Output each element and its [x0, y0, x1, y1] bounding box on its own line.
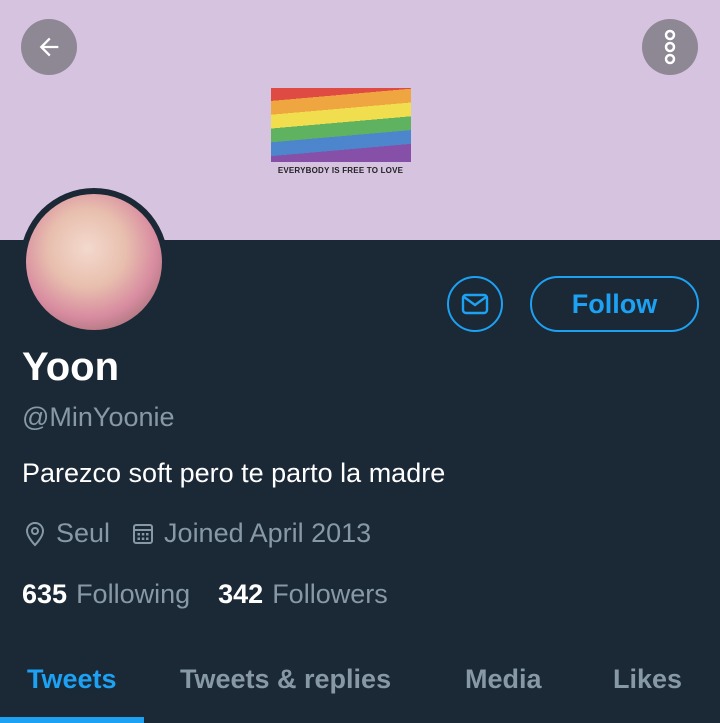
active-tab-indicator — [0, 717, 144, 723]
followers-label: Followers — [272, 579, 388, 609]
join-date: Joined April 2013 — [130, 518, 371, 549]
location-pin-icon — [22, 519, 48, 549]
following-count: 635 — [22, 579, 68, 609]
message-button[interactable] — [447, 276, 503, 332]
followers-link[interactable]: 342 Followers — [218, 579, 388, 610]
following-label: Following — [76, 579, 191, 609]
arrow-left-icon — [39, 37, 59, 57]
follow-counts: 635 Following 342 Followers — [22, 579, 416, 610]
followers-count: 342 — [218, 579, 264, 609]
profile-tabs: Tweets Tweets & replies Media Likes — [0, 650, 720, 723]
avatar[interactable] — [20, 188, 168, 336]
location-label: Seul — [56, 518, 111, 548]
join-date-label: Joined April 2013 — [164, 518, 372, 548]
follow-button[interactable]: Follow — [530, 276, 699, 332]
profile-meta: Seul Joined April 2013 — [22, 518, 391, 549]
profile-name: Yoon — [22, 345, 120, 389]
back-button[interactable] — [21, 19, 77, 75]
vertical-dots-icon — [664, 29, 676, 65]
avatar-photo — [26, 194, 162, 330]
tab-tweets-replies[interactable]: Tweets & replies — [180, 664, 391, 695]
tab-likes[interactable]: Likes — [613, 664, 682, 695]
more-options-button[interactable] — [642, 19, 698, 75]
location: Seul — [22, 518, 110, 549]
tab-tweets[interactable]: Tweets — [27, 664, 117, 695]
profile-bio: Parezco soft pero te parto la madre — [22, 458, 446, 488]
banner-image: EVERYBODY IS FREE TO LOVE — [268, 88, 413, 175]
calendar-icon — [130, 519, 156, 549]
profile-handle: @MinYoonie — [22, 402, 175, 432]
rainbow-flag-image — [271, 88, 411, 162]
tab-media[interactable]: Media — [465, 664, 542, 695]
following-link[interactable]: 635 Following — [22, 579, 190, 610]
envelope-icon — [461, 293, 489, 315]
banner-caption: EVERYBODY IS FREE TO LOVE — [277, 166, 404, 175]
